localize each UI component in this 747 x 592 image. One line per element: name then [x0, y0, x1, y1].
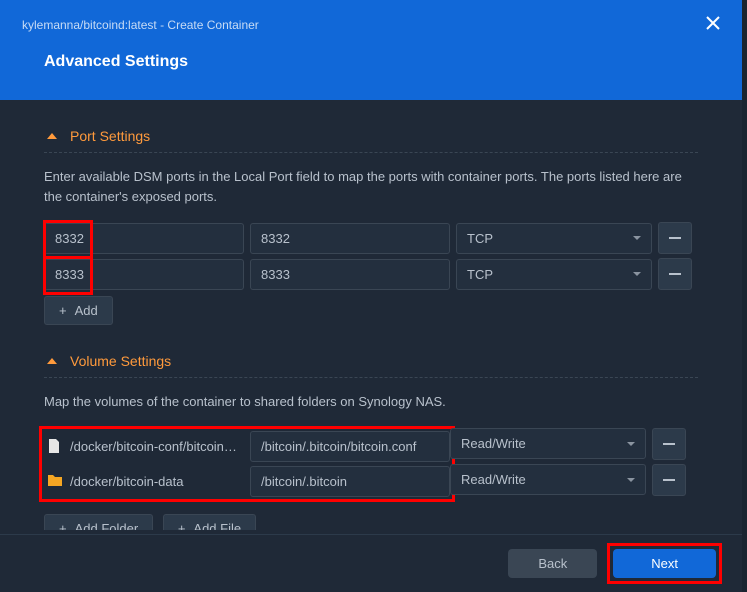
- local-port-input[interactable]: [44, 259, 244, 290]
- port-settings-toggle[interactable]: Port Settings: [44, 128, 698, 153]
- window-title: kylemanna/bitcoind:latest - Create Conta…: [22, 18, 259, 32]
- container-port-input[interactable]: [250, 223, 450, 254]
- highlight-annotation: Next: [607, 543, 722, 584]
- chevron-up-icon: [44, 353, 60, 369]
- add-file-label: Add File: [193, 521, 241, 531]
- remove-volume-button[interactable]: [652, 428, 686, 460]
- chevron-up-icon: [44, 128, 60, 144]
- add-label: Add: [75, 303, 98, 318]
- protocol-select[interactable]: TCP: [456, 223, 652, 254]
- plus-icon: +: [59, 521, 67, 531]
- chevron-down-icon: [633, 236, 641, 240]
- remove-volume-button[interactable]: [652, 464, 686, 496]
- folder-icon: [48, 474, 62, 488]
- volume-settings-title: Volume Settings: [70, 353, 171, 369]
- local-port-input[interactable]: [44, 223, 244, 254]
- create-container-modal: kylemanna/bitcoind:latest - Create Conta…: [0, 0, 742, 592]
- highlight-annotation: [44, 223, 244, 254]
- volume-host-path[interactable]: /docker/bitcoin-data: [44, 467, 244, 496]
- mode-value: Read/Write: [461, 472, 526, 487]
- mode-select[interactable]: Read/Write: [450, 464, 646, 495]
- highlight-annotation: [44, 259, 244, 290]
- container-port-input[interactable]: [250, 259, 450, 290]
- volume-settings-description: Map the volumes of the container to shar…: [44, 392, 698, 412]
- port-settings-section: Port Settings Enter available DSM ports …: [44, 128, 698, 325]
- modal-header: kylemanna/bitcoind:latest - Create Conta…: [0, 0, 742, 100]
- host-path-text: /docker/bitcoin-data: [70, 474, 183, 489]
- next-button[interactable]: Next: [613, 549, 716, 578]
- chevron-down-icon: [627, 442, 635, 446]
- add-folder-button[interactable]: + Add Folder: [44, 514, 153, 531]
- add-file-button[interactable]: + Add File: [163, 514, 256, 531]
- plus-icon: +: [59, 303, 67, 318]
- protocol-value: TCP: [467, 231, 493, 246]
- add-port-button[interactable]: + Add: [44, 296, 113, 325]
- volume-host-path[interactable]: /docker/bitcoin-conf/bitcoin.c…: [44, 432, 244, 461]
- mode-select[interactable]: Read/Write: [450, 428, 646, 459]
- remove-port-button[interactable]: [658, 222, 692, 254]
- volume-settings-toggle[interactable]: Volume Settings: [44, 353, 698, 378]
- protocol-select[interactable]: TCP: [456, 259, 652, 290]
- mount-path-input[interactable]: [250, 431, 450, 462]
- port-settings-description: Enter available DSM ports in the Local P…: [44, 167, 698, 206]
- host-path-text: /docker/bitcoin-conf/bitcoin.c…: [70, 439, 240, 454]
- back-button[interactable]: Back: [508, 549, 597, 578]
- highlight-annotation: /docker/bitcoin-conf/bitcoin.c… /docker/…: [39, 426, 455, 502]
- mount-path-input[interactable]: [250, 466, 450, 497]
- plus-icon: +: [178, 521, 186, 531]
- remove-port-button[interactable]: [658, 258, 692, 290]
- chevron-down-icon: [627, 478, 635, 482]
- volume-settings-section: Volume Settings Map the volumes of the c…: [44, 353, 698, 530]
- chevron-down-icon: [633, 272, 641, 276]
- modal-footer: Back Next: [0, 534, 742, 592]
- add-folder-label: Add Folder: [75, 521, 139, 531]
- mode-value: Read/Write: [461, 436, 526, 451]
- port-settings-title: Port Settings: [70, 128, 150, 144]
- modal-subtitle: Advanced Settings: [0, 43, 742, 89]
- protocol-value: TCP: [467, 267, 493, 282]
- close-icon[interactable]: [702, 14, 724, 35]
- modal-content: Port Settings Enter available DSM ports …: [0, 100, 742, 530]
- file-icon: [48, 439, 62, 453]
